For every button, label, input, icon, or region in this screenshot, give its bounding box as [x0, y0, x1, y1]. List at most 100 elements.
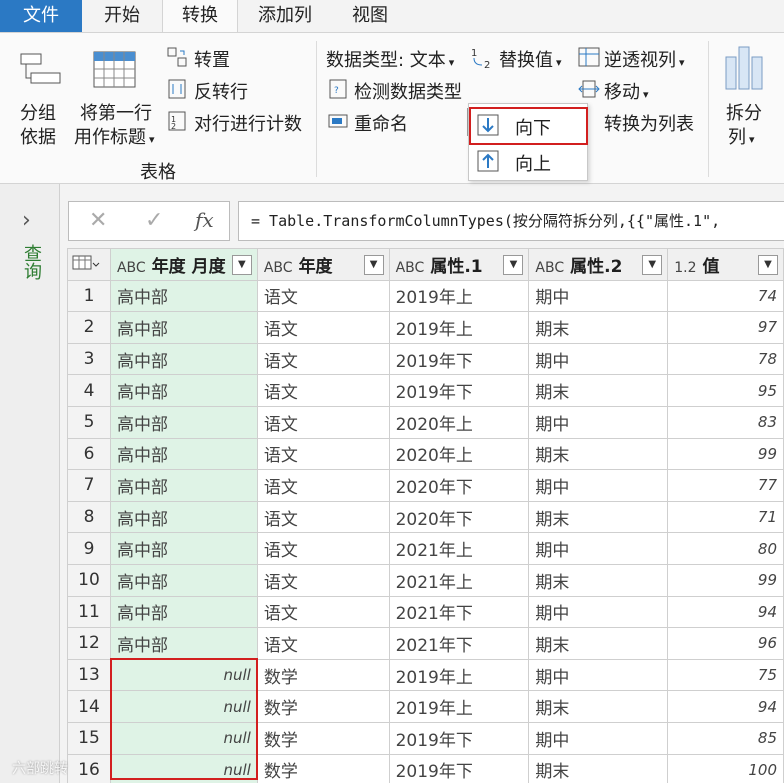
cell-attr2[interactable]: 期中: [528, 405, 669, 439]
cell-attr1[interactable]: 2020年上: [388, 437, 530, 471]
cell-value[interactable]: 96: [667, 627, 784, 660]
row-number[interactable]: 8: [67, 500, 111, 534]
cell-year[interactable]: 数学: [256, 690, 390, 723]
cell-period[interactable]: 高中部: [109, 500, 258, 534]
cell-year[interactable]: 语文: [256, 532, 390, 565]
cell-attr2[interactable]: 期末: [528, 753, 669, 783]
cancel-icon[interactable]: ✕: [89, 208, 107, 233]
cell-year[interactable]: 语文: [256, 437, 390, 471]
cell-year[interactable]: 语文: [256, 311, 390, 344]
check-icon[interactable]: ✓: [145, 208, 163, 233]
first-row-header-label-1[interactable]: 将第一行: [80, 99, 152, 125]
row-number[interactable]: 13: [67, 658, 111, 692]
cell-attr1[interactable]: 2019年下: [388, 374, 530, 407]
row-number[interactable]: 15: [67, 721, 111, 755]
cell-period[interactable]: 高中部: [109, 374, 258, 407]
tab-transform[interactable]: 转换: [162, 0, 238, 33]
query-pane-label[interactable]: 查询: [18, 244, 44, 280]
row-number[interactable]: 5: [67, 405, 111, 439]
detect-type-button[interactable]: 检测数据类型: [354, 78, 462, 104]
cell-attr2[interactable]: 期末: [528, 374, 669, 407]
cell-period[interactable]: 高中部: [109, 342, 258, 376]
cell-period[interactable]: null: [109, 721, 258, 755]
fill-up-menu-item[interactable]: 向上: [469, 144, 587, 178]
table-row[interactable]: 8 高中部 语文 2020年下 期末 71: [67, 500, 784, 534]
table-row[interactable]: 7 高中部 语文 2020年下 期中 77: [67, 469, 784, 502]
cell-attr1[interactable]: 2021年下: [388, 627, 530, 660]
row-number[interactable]: 2: [67, 311, 111, 344]
cell-attr1[interactable]: 2021年上: [388, 563, 530, 597]
table-row[interactable]: 5 高中部 语文 2020年上 期中 83: [67, 405, 784, 439]
data-type-dropdown[interactable]: 数据类型: 文本 ▾: [326, 46, 454, 72]
cell-period[interactable]: 高中部: [109, 563, 258, 597]
cell-value[interactable]: 74: [667, 279, 784, 313]
cell-attr2[interactable]: 期末: [528, 563, 669, 597]
cell-attr2[interactable]: 期中: [528, 279, 669, 313]
cell-attr2[interactable]: 期末: [528, 437, 669, 471]
row-number[interactable]: 16: [67, 753, 111, 783]
cell-attr2[interactable]: 期中: [528, 342, 669, 376]
cell-year[interactable]: 语文: [256, 374, 390, 407]
cell-value[interactable]: 71: [667, 500, 784, 534]
row-number[interactable]: 1: [67, 279, 111, 313]
filter-dropdown-icon[interactable]: ▼: [363, 255, 384, 275]
tab-file[interactable]: 文件: [0, 0, 82, 32]
cell-value[interactable]: 99: [667, 437, 784, 471]
cell-value[interactable]: 85: [667, 721, 784, 755]
split-column-icon[interactable]: [724, 45, 766, 95]
split-column-label-1[interactable]: 拆分: [726, 99, 762, 125]
group-by-label-1[interactable]: 分组: [20, 99, 56, 125]
table-row[interactable]: 4 高中部 语文 2019年下 期末 95: [67, 374, 784, 407]
cell-attr2[interactable]: 期中: [528, 658, 669, 692]
tab-add-column[interactable]: 添加列: [238, 0, 332, 32]
cell-year[interactable]: 数学: [256, 721, 390, 755]
row-number[interactable]: 3: [67, 342, 111, 376]
cell-value[interactable]: 100: [667, 753, 784, 783]
table-row[interactable]: 10 高中部 语文 2021年上 期末 99: [67, 563, 784, 597]
table-row[interactable]: 6 高中部 语文 2020年上 期末 99: [67, 437, 784, 471]
cell-period[interactable]: 高中部: [109, 279, 258, 313]
column-header-value[interactable]: 1.2 值 ▼: [667, 248, 784, 281]
cell-attr2[interactable]: 期中: [528, 532, 669, 565]
use-first-row-header-icon[interactable]: [93, 51, 137, 93]
filter-dropdown-icon[interactable]: ▼: [503, 255, 524, 275]
column-header-period[interactable]: ABC 年度 月度 ▼: [109, 248, 258, 281]
cell-attr1[interactable]: 2019年下: [388, 342, 530, 376]
table-row[interactable]: 16 null 数学 2019年下 期末 100: [67, 753, 784, 783]
row-number[interactable]: 14: [67, 690, 111, 723]
cell-period[interactable]: null: [109, 690, 258, 723]
cell-period[interactable]: null: [109, 753, 258, 783]
replace-values-button[interactable]: 替换值 ▾: [499, 46, 562, 72]
cell-attr1[interactable]: 2020年上: [388, 405, 530, 439]
cell-year[interactable]: 数学: [256, 658, 390, 692]
group-by-label-2[interactable]: 依据: [20, 123, 56, 149]
cell-attr1[interactable]: 2019年下: [388, 753, 530, 783]
cell-value[interactable]: 94: [667, 690, 784, 723]
rename-button[interactable]: 重命名: [354, 110, 408, 136]
cell-year[interactable]: 语文: [256, 500, 390, 534]
count-rows-button[interactable]: 对行进行计数: [194, 110, 302, 136]
cell-period[interactable]: 高中部: [109, 627, 258, 660]
cell-attr1[interactable]: 2020年下: [388, 500, 530, 534]
cell-period[interactable]: null: [109, 658, 258, 692]
column-header-attr1[interactable]: ABC 属性.1 ▼: [388, 248, 530, 281]
row-number[interactable]: 11: [67, 595, 111, 629]
cell-value[interactable]: 78: [667, 342, 784, 376]
cell-attr1[interactable]: 2019年上: [388, 279, 530, 313]
filter-dropdown-icon[interactable]: ▼: [231, 255, 252, 275]
row-number[interactable]: 12: [67, 627, 111, 660]
first-row-header-label-2[interactable]: 用作标题 ▾: [74, 123, 155, 149]
table-row[interactable]: 2 高中部 语文 2019年上 期末 97: [67, 311, 784, 344]
cell-period[interactable]: 高中部: [109, 469, 258, 502]
unpivot-button[interactable]: 逆透视列 ▾: [604, 46, 685, 72]
filter-dropdown-icon[interactable]: ▼: [758, 255, 778, 275]
cell-year[interactable]: 语文: [256, 563, 390, 597]
group-by-icon[interactable]: [20, 53, 62, 91]
cell-attr1[interactable]: 2021年上: [388, 532, 530, 565]
cell-value[interactable]: 83: [667, 405, 784, 439]
table-row[interactable]: 1 高中部 语文 2019年上 期中 74: [67, 279, 784, 313]
cell-year[interactable]: 语文: [256, 627, 390, 660]
split-column-label-2[interactable]: 列 ▾: [728, 123, 755, 149]
cell-value[interactable]: 94: [667, 595, 784, 629]
table-row[interactable]: 11 高中部 语文 2021年下 期中 94: [67, 595, 784, 629]
